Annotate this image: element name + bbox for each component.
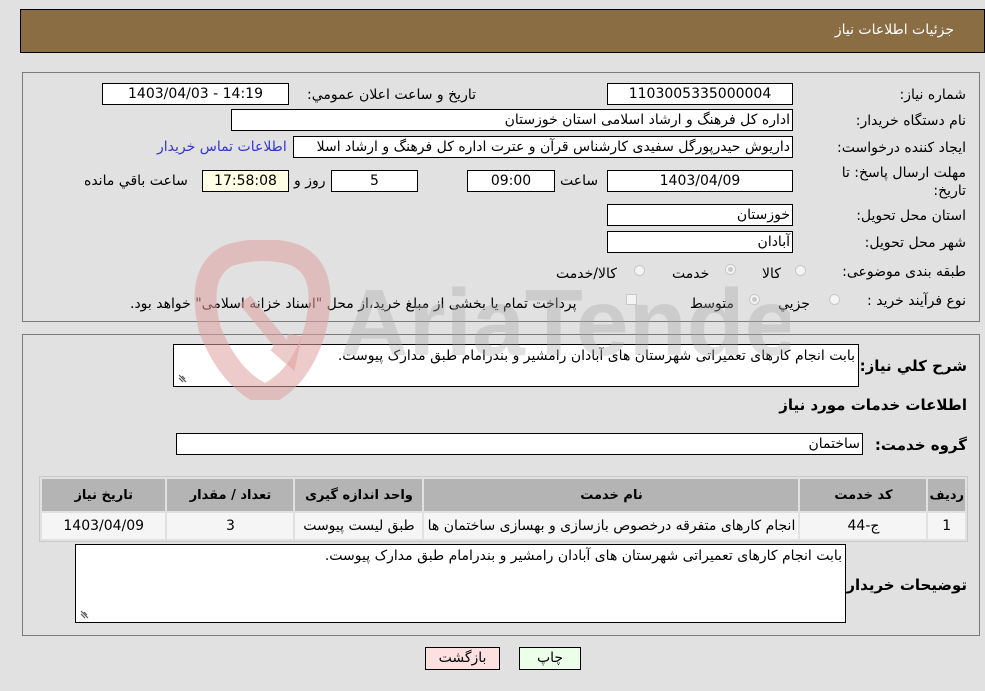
buyer-contact-link[interactable]: اطلاعات تماس خریدار bbox=[157, 139, 287, 155]
buyer-notes-text: بابت انجام کارهای تعمیراتی شهرستان های آ… bbox=[324, 548, 842, 564]
services-table: ردیف کد خدمت نام خدمت واحد اندازه گیری ت… bbox=[39, 476, 968, 542]
resize-grip-icon[interactable] bbox=[79, 610, 89, 620]
process-option-minor: جزيي bbox=[778, 296, 810, 312]
col-header-unit: واحد اندازه گیری bbox=[295, 479, 423, 511]
col-header-quantity: تعداد / مقدار bbox=[167, 479, 294, 511]
deadline-label-line1: مهلت ارسال پاسخ: تا bbox=[841, 165, 966, 181]
need-number-label: شماره نیاز: bbox=[899, 87, 967, 103]
province-label: استان محل تحویل: bbox=[856, 208, 966, 224]
process-radio-medium[interactable] bbox=[749, 294, 760, 305]
treasury-checkbox-label: پرداخت تمام یا بخشی از مبلغ خرید،از محل … bbox=[130, 296, 577, 312]
service-group-field[interactable]: ساختمان bbox=[176, 433, 863, 455]
page-header: جزئیات اطلاعات نیاز bbox=[20, 9, 985, 53]
description-label: شرح کلي نياز: bbox=[859, 357, 967, 375]
remaining-time-label: ساعت باقي مانده bbox=[84, 173, 188, 189]
category-radio-goods-service[interactable] bbox=[634, 265, 645, 276]
category-radio-service[interactable] bbox=[725, 264, 736, 275]
col-header-service-name: نام خدمت bbox=[424, 479, 799, 511]
requester-label: ایجاد کننده درخواست: bbox=[837, 140, 966, 156]
days-label: روز و bbox=[294, 173, 326, 189]
category-radio-goods[interactable] bbox=[795, 265, 806, 276]
cell-need-date: 1403/04/09 bbox=[42, 513, 166, 539]
service-group-label: گروه خدمت: bbox=[874, 436, 967, 454]
category-option-service: خدمت bbox=[672, 266, 710, 282]
deadline-date-field[interactable]: 1403/04/09 bbox=[607, 170, 793, 192]
description-text: بابت انجام کارهای تعمیراتی شهرستان های آ… bbox=[337, 348, 855, 364]
category-option-goods: کالا bbox=[762, 266, 781, 282]
cell-row-number: 1 bbox=[928, 513, 965, 539]
cell-quantity: 3 bbox=[167, 513, 294, 539]
deadline-time-field[interactable]: 09:00 bbox=[467, 170, 555, 192]
services-section-title: اطلاعات خدمات مورد نياز bbox=[779, 396, 967, 414]
page-title: جزئیات اطلاعات نیاز bbox=[834, 22, 954, 38]
process-radio-minor[interactable] bbox=[829, 294, 840, 305]
buyer-org-field[interactable]: اداره کل فرهنگ و ارشاد اسلامی استان خوزس… bbox=[231, 109, 793, 131]
category-option-goods-service: کالا/خدمت bbox=[556, 266, 617, 282]
table-header-row: ردیف کد خدمت نام خدمت واحد اندازه گیری ت… bbox=[42, 479, 965, 511]
city-label: شهر محل تحویل: bbox=[864, 235, 966, 251]
buyer-notes-textarea[interactable]: بابت انجام کارهای تعمیراتی شهرستان های آ… bbox=[75, 544, 846, 623]
cell-unit: طبق لیست پیوست bbox=[295, 513, 423, 539]
description-textarea[interactable]: بابت انجام کارهای تعمیراتی شهرستان های آ… bbox=[173, 344, 859, 387]
treasury-checkbox[interactable] bbox=[626, 294, 637, 305]
col-header-service-code: کد خدمت bbox=[800, 479, 927, 511]
need-number-field[interactable]: 1103005335000004 bbox=[607, 83, 793, 105]
purchase-process-label: نوع فرآیند خرید : bbox=[867, 293, 966, 309]
deadline-label-line2: تاریخ: bbox=[933, 183, 966, 199]
buyer-org-label: نام دستگاه خريدار: bbox=[855, 113, 966, 129]
announce-datetime-field[interactable]: 1403/04/03 - 14:19 bbox=[102, 83, 289, 105]
cell-service-name: انجام کارهای متفرقه درخصوص بازسازی و بهس… bbox=[424, 513, 799, 539]
deadline-time-label: ساعت bbox=[560, 173, 599, 189]
requester-field[interactable]: داریوش حیدرپورگل سفیدی کارشناس قرآن و عت… bbox=[293, 136, 793, 158]
remaining-days-field[interactable]: 5 bbox=[331, 170, 418, 192]
process-option-medium: متوسط bbox=[690, 296, 734, 312]
category-label: طبقه بندی موضوعی: bbox=[842, 264, 966, 280]
col-header-need-date: تاریخ نیاز bbox=[42, 479, 166, 511]
city-field[interactable]: آبادان bbox=[607, 231, 793, 253]
buyer-notes-label: توضیحات خریدار: bbox=[840, 576, 967, 594]
back-button[interactable]: بازگشت bbox=[425, 647, 500, 670]
cell-service-code: ج-44 bbox=[800, 513, 927, 539]
resize-grip-icon[interactable] bbox=[177, 374, 187, 384]
print-button[interactable]: چاپ bbox=[519, 647, 581, 670]
table-row: 1 ج-44 انجام کارهای متفرقه درخصوص بازساز… bbox=[42, 513, 965, 539]
remaining-time-field: 17:58:08 bbox=[202, 170, 289, 192]
announce-datetime-label: تاریخ و ساعت اعلان عمومي: bbox=[307, 87, 476, 103]
province-field[interactable]: خوزستان bbox=[607, 204, 793, 226]
col-header-row-number: ردیف bbox=[928, 479, 965, 511]
